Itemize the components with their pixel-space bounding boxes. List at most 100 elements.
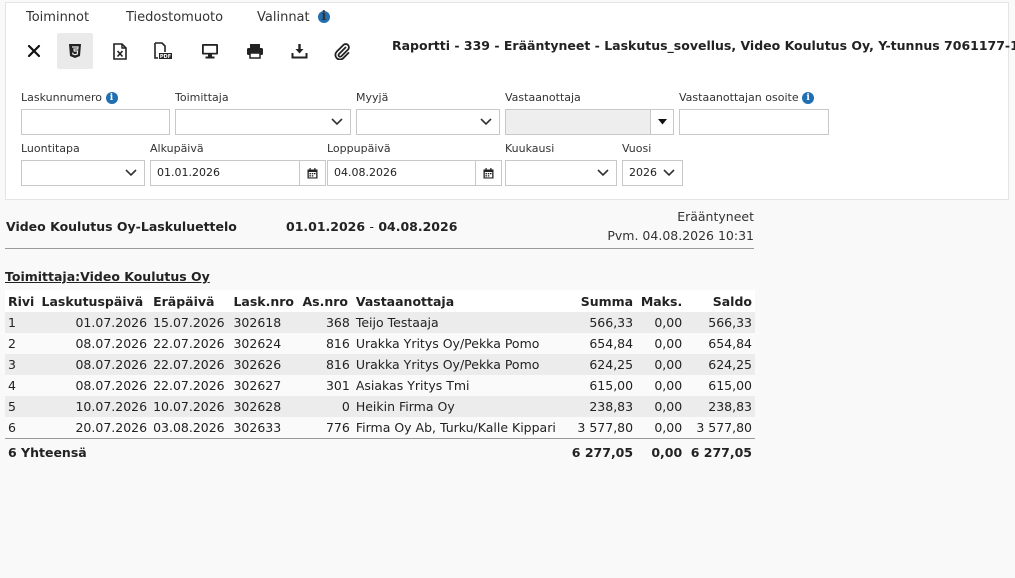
invoice-number-label: Laskunnumero i — [21, 91, 118, 104]
excel-export-button[interactable] — [102, 33, 138, 69]
report-title: Raportti - 339 - Erääntyneet - Laskutus_… — [392, 38, 1015, 53]
total-paid: 0,00 — [636, 438, 686, 465]
row-cell: 0,00 — [636, 312, 686, 333]
row-cell: Asiakas Yritys Tmi — [352, 375, 567, 396]
row-cell: 816 — [299, 333, 353, 354]
start-date-input[interactable]: 01.01.2026 — [150, 160, 326, 186]
row-cell: 566,33 — [566, 312, 637, 333]
recipient-address-input[interactable] — [679, 109, 829, 135]
row-cell: Firma Oy Ab, Turku/Kalle Kippari — [352, 417, 567, 439]
row-cell: 10.07.2026 — [38, 396, 151, 417]
menu-actions[interactable]: Toiminnot — [26, 10, 89, 25]
close-button[interactable] — [16, 33, 52, 69]
month-select[interactable] — [505, 160, 617, 186]
row-cell: 301 — [299, 375, 353, 396]
row-cell: Teijo Testaaja — [352, 312, 567, 333]
year-select[interactable]: 2026 — [622, 160, 683, 186]
supplier-select[interactable] — [175, 109, 351, 135]
col-sum: Summa — [566, 290, 637, 312]
download-button[interactable] — [281, 33, 317, 69]
calendar-icon — [307, 167, 318, 178]
row-cell: 368 — [299, 312, 353, 333]
svg-text:PDF: PDF — [160, 54, 171, 60]
row-cell: 22.07.2026 — [150, 375, 231, 396]
table-row: 2 08.07.2026 22.07.2026 302624 816 Urakk… — [5, 333, 755, 354]
row-cell: 624,25 — [685, 354, 755, 375]
recipient-select[interactable] — [505, 109, 674, 135]
seller-select[interactable] — [356, 109, 500, 135]
total-label: 6 Yhteensä — [5, 438, 567, 465]
row-cell: 238,83 — [566, 396, 637, 417]
seller-label: Myyjä — [356, 91, 389, 104]
pdf-export-button[interactable]: PDF — [145, 33, 181, 69]
pdf-icon: PDF — [154, 42, 172, 60]
row-cell: 20.07.2026 — [38, 417, 151, 439]
end-date-label: Loppupäivä — [327, 142, 391, 155]
row-cell: 0,00 — [636, 333, 686, 354]
row-cell: Heikin Firma Oy — [352, 396, 567, 417]
chevron-down-icon — [663, 169, 675, 177]
table-header-row: Rivi Laskutuspäivä Eräpäivä Lask.nro As.… — [5, 290, 755, 312]
row-cell: 3 577,80 — [685, 417, 755, 439]
attachment-button[interactable] — [324, 33, 360, 69]
download-icon — [291, 44, 307, 59]
row-cell: 0,00 — [636, 354, 686, 375]
info-icon: i — [105, 92, 118, 104]
caret-down-icon — [657, 119, 667, 125]
report-title-text: Raportti - 339 - Erääntyneet - Laskutus_… — [392, 38, 1015, 53]
table-row: 6 20.07.2026 03.08.2026 302633 776 Firma… — [5, 417, 755, 439]
table-row: 3 08.07.2026 22.07.2026 302626 816 Urakk… — [5, 354, 755, 375]
row-cell: 01.07.2026 — [38, 312, 151, 333]
row-cell: Urakka Yritys Oy/Pekka Pomo — [352, 333, 567, 354]
date-separator: - — [369, 219, 374, 234]
close-icon — [27, 44, 41, 58]
report-settings-panel: Toiminnot Tiedostomuoto Valinnat i PDF R… — [5, 2, 1015, 200]
row-cell: 03.08.2026 — [150, 417, 231, 439]
screen-view-button[interactable] — [192, 33, 228, 69]
end-date-input[interactable]: 04.08.2026 — [327, 160, 502, 186]
supplier-heading: Toimittaja:Video Koulutus Oy — [5, 269, 210, 284]
row-cell: 0 — [299, 396, 353, 417]
total-sum: 6 277,05 — [566, 438, 637, 465]
row-cell: 302628 — [230, 396, 300, 417]
recipient-dropdown-toggle[interactable] — [650, 110, 673, 134]
recipient-label: Vastaanottaja — [505, 91, 581, 104]
col-invoice-number: Lask.nro — [230, 290, 300, 312]
row-cell: 22.07.2026 — [150, 354, 231, 375]
row-cell: 5 — [5, 396, 39, 417]
col-paid: Maks. — [636, 290, 686, 312]
row-cell: 08.07.2026 — [38, 333, 151, 354]
row-cell: 0,00 — [636, 396, 686, 417]
total-balance: 6 277,05 — [685, 438, 755, 465]
print-button[interactable] — [237, 33, 273, 69]
start-date-calendar-button[interactable] — [299, 161, 325, 185]
month-label: Kuukausi — [505, 142, 555, 155]
menu-options[interactable]: Valinnat i — [257, 10, 330, 25]
row-cell: 654,84 — [566, 333, 637, 354]
row-cell: 615,00 — [685, 375, 755, 396]
row-cell: 6 — [5, 417, 39, 439]
invoice-number-input[interactable] — [21, 109, 170, 135]
paperclip-icon — [333, 42, 350, 60]
divider — [5, 248, 754, 249]
row-cell: 816 — [299, 354, 353, 375]
row-cell: 302626 — [230, 354, 300, 375]
creation-method-select[interactable] — [21, 160, 145, 186]
end-date-calendar-button[interactable] — [475, 161, 501, 185]
row-cell: 1 — [5, 312, 39, 333]
col-invoice-date: Laskutuspäivä — [38, 290, 151, 312]
row-cell: 0,00 — [636, 375, 686, 396]
menu-options-label: Valinnat — [257, 10, 310, 25]
html5-icon — [69, 44, 81, 58]
row-cell: 4 — [5, 375, 39, 396]
row-cell: 302627 — [230, 375, 300, 396]
date-to: 04.08.2026 — [378, 219, 458, 234]
html-export-button[interactable] — [57, 33, 93, 69]
row-cell: 238,83 — [685, 396, 755, 417]
row-cell: 15.07.2026 — [150, 312, 231, 333]
chevron-down-icon — [480, 118, 492, 126]
table-row: 4 08.07.2026 22.07.2026 302627 301 Asiak… — [5, 375, 755, 396]
menu-file-format[interactable]: Tiedostomuoto — [126, 10, 223, 25]
row-cell: 08.07.2026 — [38, 354, 151, 375]
start-date-label: Alkupäivä — [150, 142, 204, 155]
